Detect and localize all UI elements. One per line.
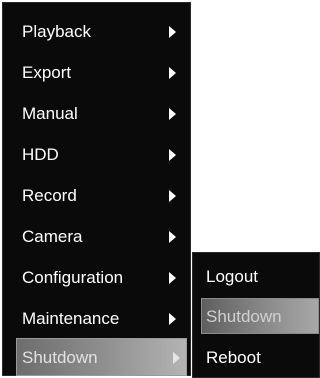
chevron-right-icon xyxy=(169,108,176,120)
submenu-item-label: Reboot xyxy=(206,348,261,367)
menu-item-hdd[interactable]: HDD xyxy=(3,134,190,175)
menu-item-camera[interactable]: Camera xyxy=(3,216,190,257)
menu-item-export[interactable]: Export xyxy=(3,52,190,93)
menu-item-label: Export xyxy=(22,63,72,82)
submenu-item-reboot[interactable]: Reboot xyxy=(193,338,319,378)
menu-item-label: Camera xyxy=(22,227,83,246)
chevron-right-icon xyxy=(173,352,180,364)
menu-item-label: Record xyxy=(22,186,77,205)
main-menu: Playback Export Manual HDD Record Camera… xyxy=(2,2,191,376)
submenu-item-label: Logout xyxy=(206,267,258,286)
menu-item-playback[interactable]: Playback xyxy=(3,11,190,52)
menu-item-manual[interactable]: Manual xyxy=(3,93,190,134)
menu-item-label: Playback xyxy=(22,22,91,41)
menu-item-label: Maintenance xyxy=(22,309,120,328)
menu-item-maintenance[interactable]: Maintenance xyxy=(3,298,190,339)
shutdown-submenu: Logout Shutdown Reboot xyxy=(192,252,320,378)
menu-item-label: HDD xyxy=(22,145,59,164)
menu-item-label: Manual xyxy=(22,104,78,123)
chevron-right-icon xyxy=(169,231,176,243)
chevron-right-icon xyxy=(169,313,176,325)
chevron-right-icon xyxy=(169,26,176,38)
menu-item-shutdown[interactable]: Shutdown xyxy=(16,338,187,376)
menu-item-label: Configuration xyxy=(22,268,124,287)
menu-item-configuration[interactable]: Configuration xyxy=(3,257,190,298)
menu-item-label: Shutdown xyxy=(22,348,98,367)
menu-item-record[interactable]: Record xyxy=(3,175,190,216)
chevron-right-icon xyxy=(169,272,176,284)
submenu-item-shutdown[interactable]: Shutdown xyxy=(201,298,319,334)
chevron-right-icon xyxy=(169,190,176,202)
chevron-right-icon xyxy=(169,67,176,79)
submenu-item-label: Shutdown xyxy=(206,307,282,326)
submenu-item-logout[interactable]: Logout xyxy=(193,257,319,297)
chevron-right-icon xyxy=(169,149,176,161)
